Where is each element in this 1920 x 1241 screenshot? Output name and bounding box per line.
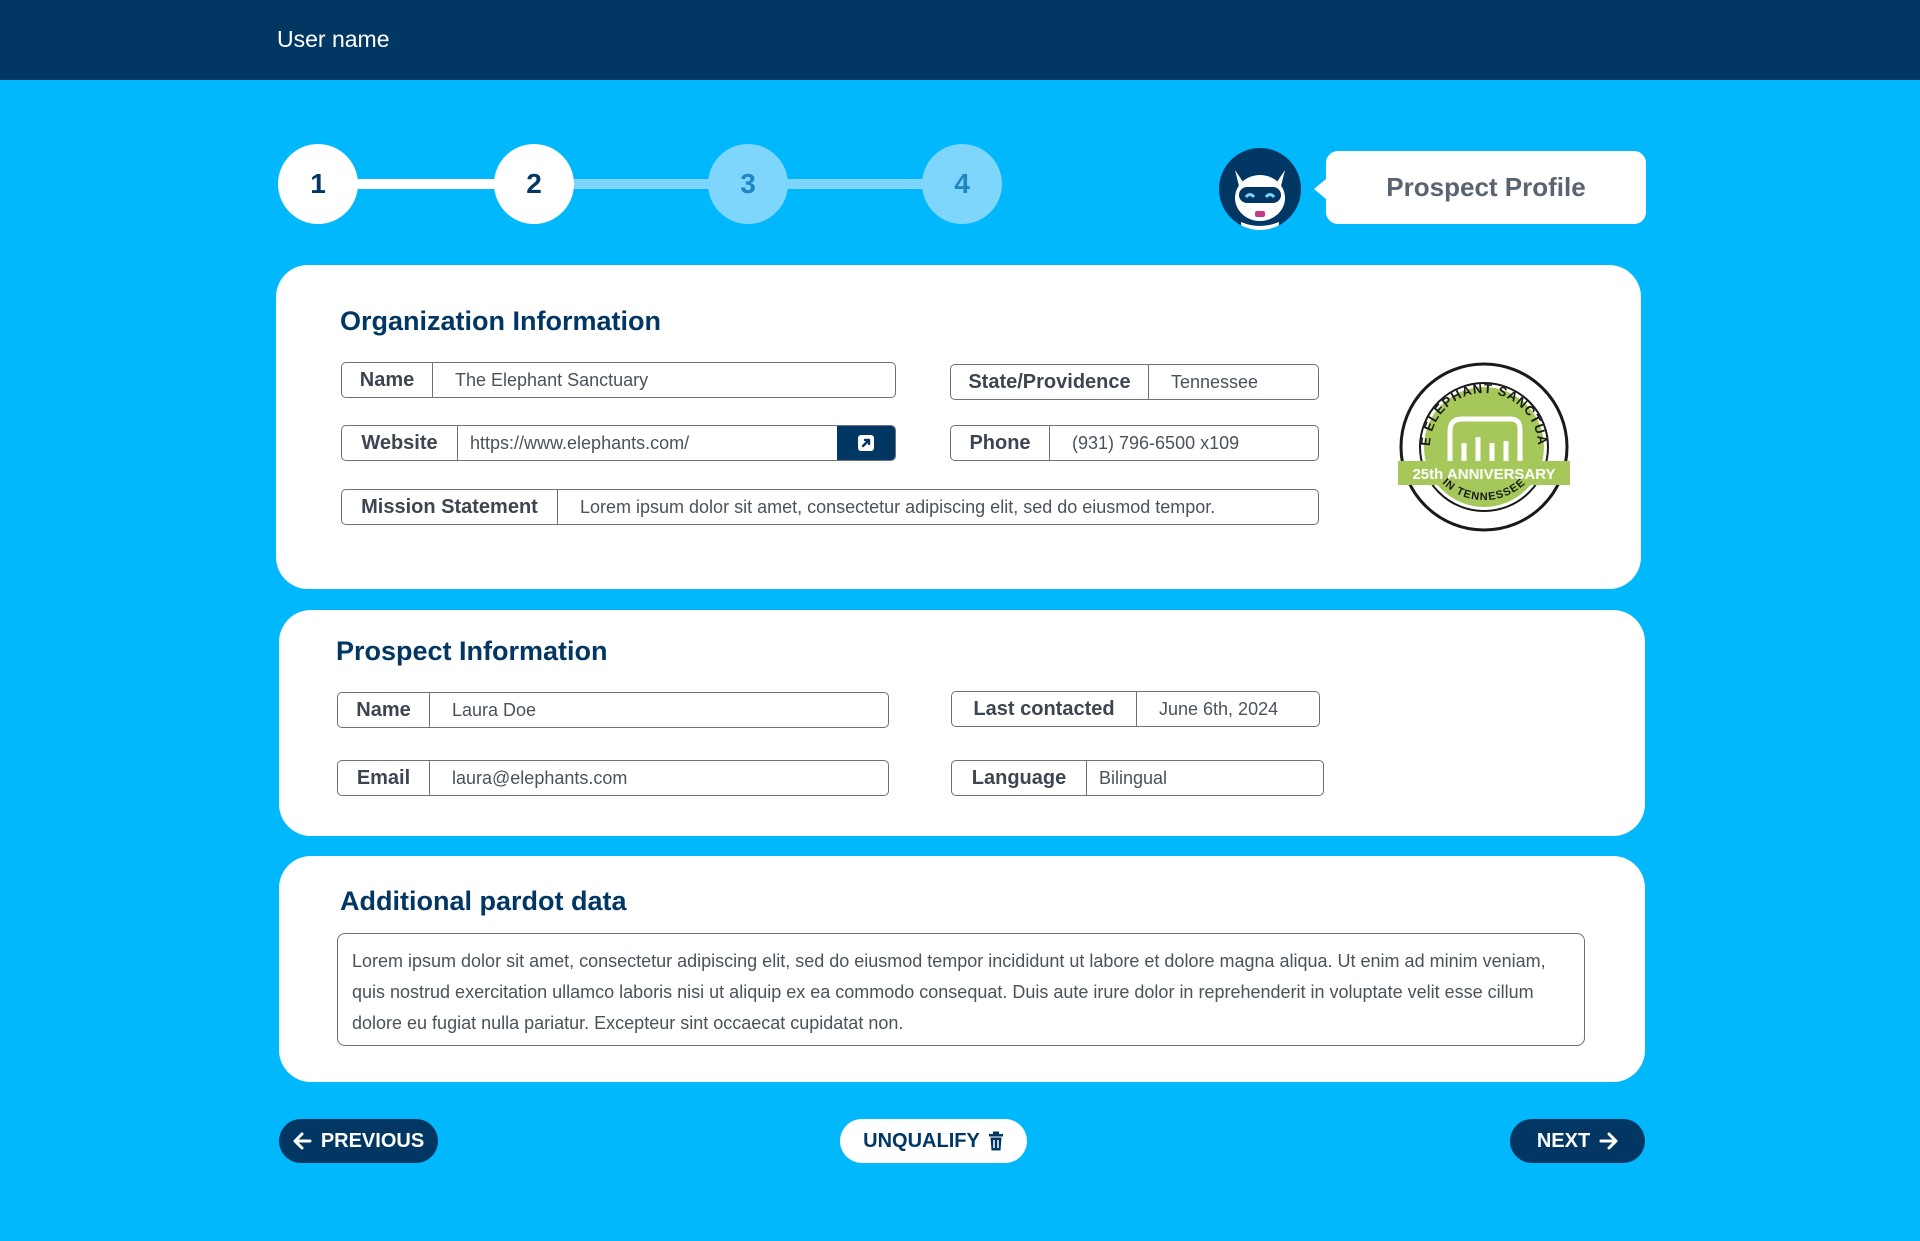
- mission-field[interactable]: Mission Statement Lorem ipsum dolor sit …: [341, 489, 1319, 525]
- prospect-heading: Prospect Information: [336, 636, 608, 666]
- step-1[interactable]: 1: [278, 144, 358, 224]
- language-value[interactable]: Bilingual: [1087, 761, 1323, 795]
- website-value[interactable]: https://www.elephants.com/: [458, 426, 837, 460]
- step-2[interactable]: 2: [494, 144, 574, 224]
- language-field[interactable]: Language Bilingual: [951, 760, 1324, 796]
- trash-icon: [988, 1131, 1003, 1151]
- unqualify-label: UNQUALIFY: [863, 1129, 980, 1152]
- last-contacted-value[interactable]: June 6th, 2024: [1137, 692, 1319, 726]
- next-label: NEXT: [1536, 1129, 1591, 1152]
- organization-card: Organization Information Name The Elepha…: [276, 265, 1641, 589]
- phone-field[interactable]: Phone (931) 796-6500 x109: [950, 425, 1319, 461]
- prospect-card: Prospect Information Name Laura Doe Last…: [279, 610, 1645, 836]
- arrow-right-icon: [1599, 1132, 1618, 1150]
- pardot-heading: Additional pardot data: [340, 886, 627, 916]
- prospect-name-field[interactable]: Name Laura Doe: [337, 692, 889, 728]
- organization-heading: Organization Information: [340, 306, 661, 336]
- state-value[interactable]: Tennessee: [1149, 365, 1318, 399]
- website-label: Website: [342, 426, 458, 460]
- last-contacted-label: Last contacted: [952, 692, 1137, 726]
- arrow-left-icon: [293, 1132, 312, 1150]
- state-label: State/Providence: [951, 365, 1149, 399]
- cat-mascot-icon: [1219, 148, 1301, 230]
- mission-value[interactable]: Lorem ipsum dolor sit amet, consectetur …: [558, 490, 1318, 524]
- user-name[interactable]: User name: [277, 26, 389, 53]
- step-connector: [786, 179, 930, 189]
- phone-label: Phone: [951, 426, 1050, 460]
- email-value[interactable]: laura@elephants.com: [430, 761, 888, 795]
- next-button[interactable]: NEXT: [1510, 1119, 1645, 1163]
- org-name-label: Name: [342, 363, 433, 397]
- step-connector: [570, 179, 714, 189]
- svg-text:25th ANNIVERSARY: 25th ANNIVERSARY: [1412, 466, 1555, 483]
- website-field[interactable]: Website https://www.elephants.com/: [341, 425, 896, 461]
- prospect-name-value[interactable]: Laura Doe: [430, 693, 888, 727]
- state-field[interactable]: State/Providence Tennessee: [950, 364, 1319, 400]
- phone-value[interactable]: (931) 796-6500 x109: [1050, 426, 1318, 460]
- prospect-profile-title: Prospect Profile: [1386, 172, 1586, 202]
- org-name-field[interactable]: Name The Elephant Sanctuary: [341, 362, 896, 398]
- email-label: Email: [338, 761, 430, 795]
- org-name-value[interactable]: The Elephant Sanctuary: [433, 363, 895, 397]
- top-bar: User name: [0, 0, 1920, 80]
- step-4[interactable]: 4: [922, 144, 1002, 224]
- last-contacted-field[interactable]: Last contacted June 6th, 2024: [951, 691, 1320, 727]
- prospect-profile-bubble: Prospect Profile: [1314, 151, 1646, 224]
- step-3[interactable]: 3: [708, 144, 788, 224]
- prospect-name-label: Name: [338, 693, 430, 727]
- email-field[interactable]: Email laura@elephants.com: [337, 760, 889, 796]
- previous-button[interactable]: PREVIOUS: [279, 1119, 438, 1163]
- unqualify-button[interactable]: UNQUALIFY: [840, 1119, 1027, 1163]
- mission-label: Mission Statement: [342, 490, 558, 524]
- previous-label: PREVIOUS: [320, 1129, 425, 1152]
- language-label: Language: [952, 761, 1087, 795]
- organization-logo: 25th ANNIVERSARY THE ELEPHANT SANCTUARY …: [1393, 349, 1570, 533]
- pardot-data-textarea[interactable]: Lorem ipsum dolor sit amet, consectetur …: [337, 933, 1585, 1046]
- external-link-icon[interactable]: [837, 426, 895, 460]
